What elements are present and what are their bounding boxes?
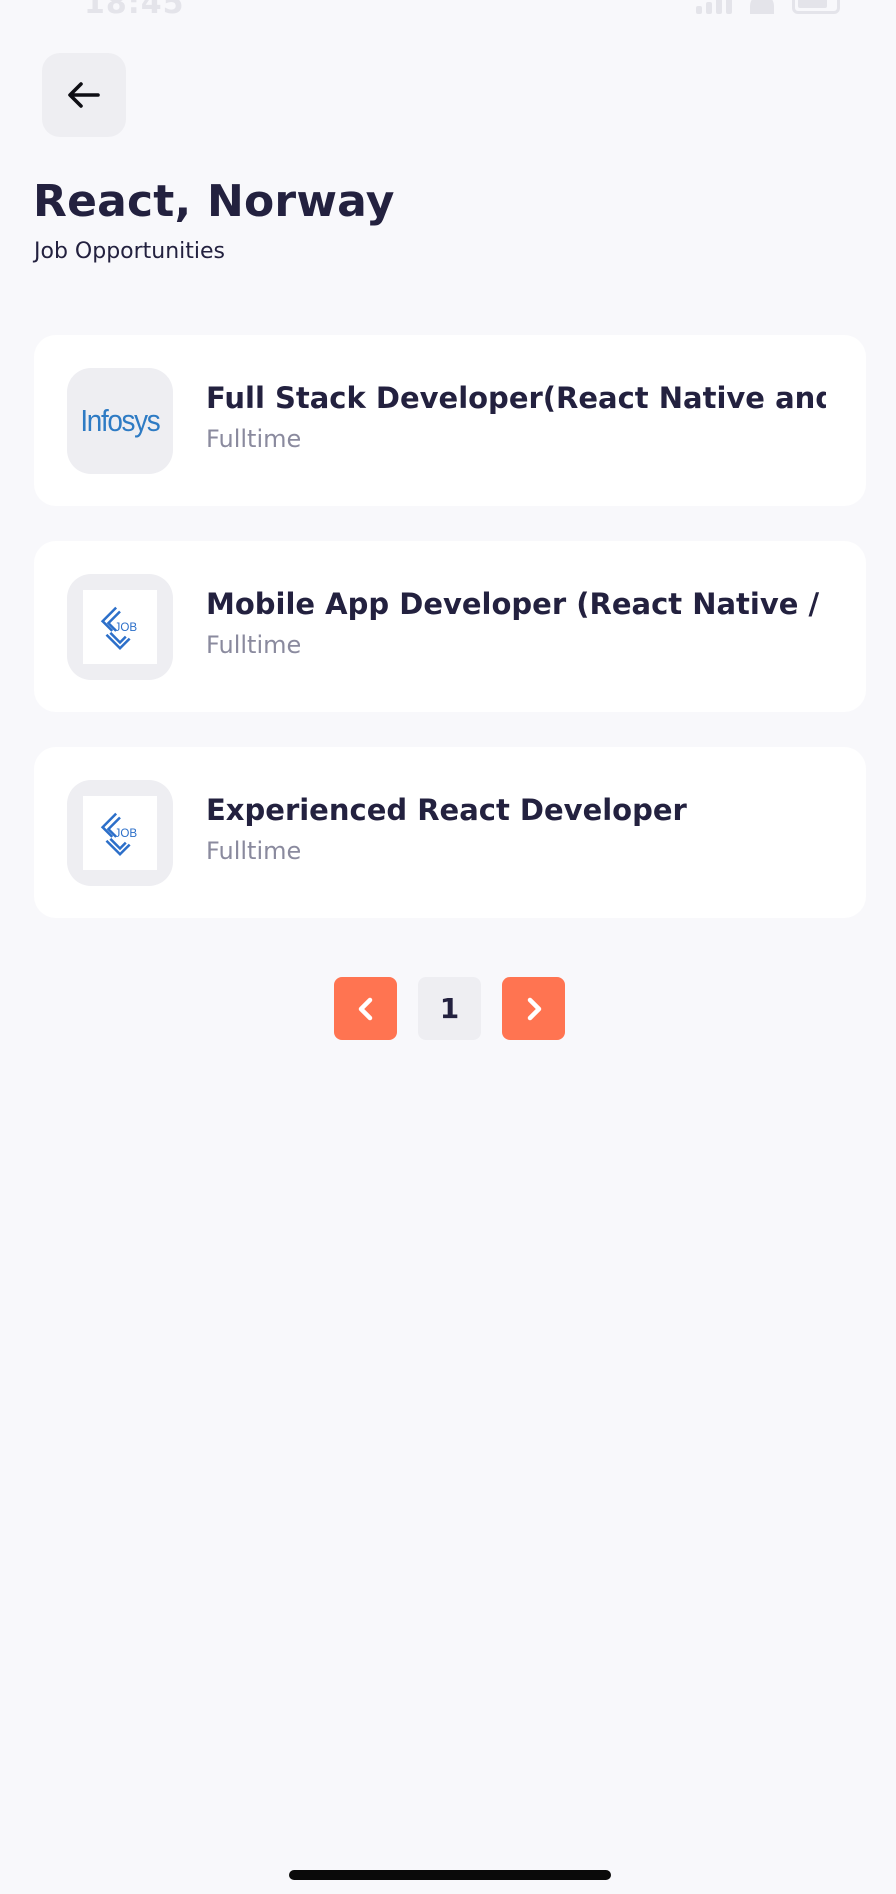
home-indicator: [289, 1870, 611, 1880]
page-subtitle: Job Opportunities: [34, 239, 226, 264]
job-title: Full Stack Developer(React Native and ..…: [206, 381, 826, 415]
job-list: Infosys Full Stack Developer(React Nativ…: [34, 335, 866, 953]
battery-icon: [792, 0, 840, 14]
chevron-right-icon: [527, 997, 541, 1020]
job-logo-text: JOB: [115, 621, 138, 634]
arrow-left-icon: [68, 82, 100, 108]
signal-icon: [696, 0, 732, 14]
back-button[interactable]: [42, 53, 126, 137]
job-title: Mobile App Developer (React Native / Fl.…: [206, 587, 826, 621]
status-time: 18:45: [84, 0, 185, 21]
job-type: Fulltime: [206, 837, 302, 865]
pagination: 1: [334, 977, 565, 1040]
chevron-left-icon: [358, 997, 372, 1020]
job-card[interactable]: JOB Mobile App Developer (React Native /…: [34, 541, 866, 712]
prev-page-button[interactable]: [334, 977, 397, 1040]
job-card[interactable]: Infosys Full Stack Developer(React Nativ…: [34, 335, 866, 506]
job-logo-text: JOB: [115, 827, 138, 840]
job-info: Full Stack Developer(React Native and ..…: [206, 381, 826, 453]
job-type: Fulltime: [206, 631, 302, 659]
status-icons: [696, 0, 840, 14]
job-info: Mobile App Developer (React Native / Fl.…: [206, 587, 826, 659]
job-title: Experienced React Developer: [206, 793, 687, 827]
page-title: React, Norway: [33, 176, 395, 227]
job-info: Experienced React Developer Fulltime: [206, 793, 826, 865]
company-logo: JOB: [67, 574, 173, 680]
wifi-icon: [750, 0, 774, 14]
job-logo-icon: JOB: [83, 590, 157, 664]
company-logo: Infosys: [67, 368, 173, 474]
job-logo-icon: JOB: [83, 796, 157, 870]
next-page-button[interactable]: [502, 977, 565, 1040]
infosys-logo: Infosys: [80, 403, 161, 438]
job-diamond-icon: JOB: [100, 606, 138, 651]
company-logo: JOB: [67, 780, 173, 886]
job-diamond-icon: JOB: [100, 812, 138, 857]
job-opportunities-screen: 18:45 React, Norway Job Opportunities In…: [0, 0, 896, 1894]
job-card[interactable]: JOB Experienced React Developer Fulltime: [34, 747, 866, 918]
page-number-button[interactable]: 1: [418, 977, 481, 1040]
job-type: Fulltime: [206, 425, 302, 453]
